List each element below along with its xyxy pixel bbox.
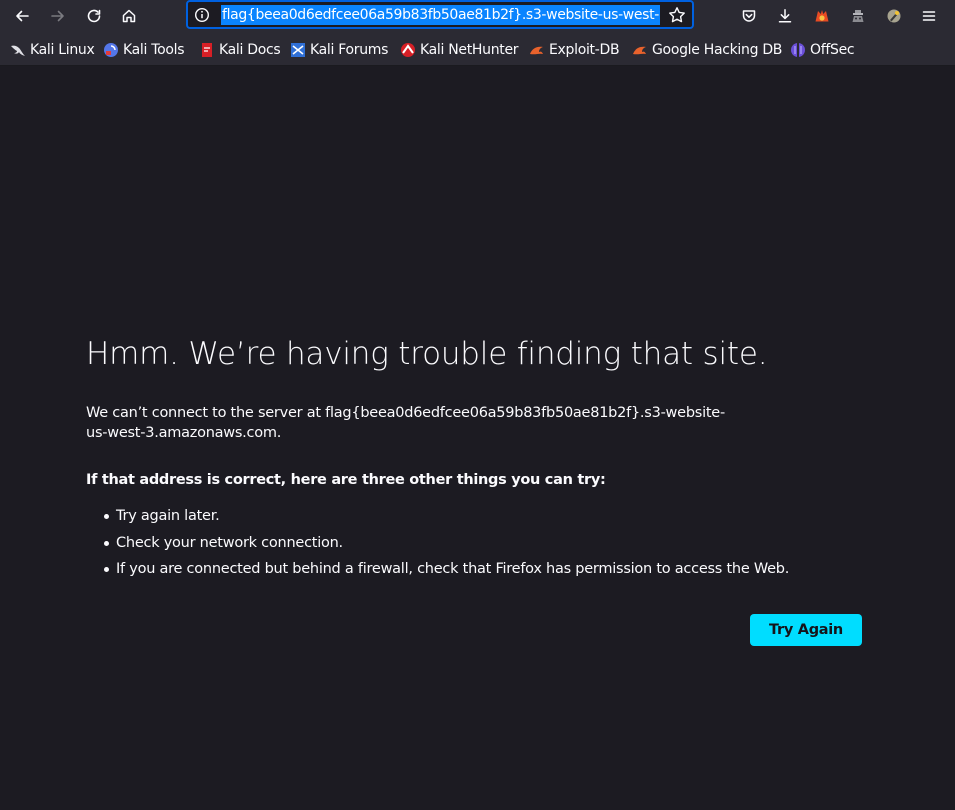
error-description: We can’t connect to the server at flag{b… — [86, 405, 725, 441]
back-icon — [16, 10, 29, 22]
nethunter-icon — [401, 43, 415, 57]
bookmark-exploit-db[interactable]: Exploit-DB — [529, 39, 620, 61]
extension-button-2[interactable] — [844, 2, 872, 30]
kali-forums-icon — [291, 43, 305, 57]
kali-tools-icon — [104, 43, 118, 57]
bookmark-kali-docs[interactable]: Kali Docs — [199, 39, 281, 61]
suggestions-list: Try again later. Check your network conn… — [103, 506, 789, 586]
info-icon[interactable] — [194, 7, 210, 23]
list-item: Check your network connection. — [103, 533, 789, 560]
extension-icon — [815, 10, 829, 22]
suggestions-heading: If that address is correct, here are thr… — [86, 472, 606, 488]
exploit-db-icon — [530, 46, 543, 55]
list-item: If you are connected but behind a firewa… — [103, 559, 789, 586]
bookmark-star-icon[interactable] — [668, 6, 686, 24]
error-title: Hmm. We’re having trouble finding that s… — [86, 336, 768, 372]
menu-icon — [922, 11, 936, 21]
bookmark-kali-nethunter[interactable]: Kali NetHunter — [400, 39, 519, 61]
bookmark-offsec[interactable]: OffSec — [790, 39, 855, 61]
extension-icon — [887, 9, 901, 23]
extension-button-3[interactable] — [880, 2, 908, 30]
url-text[interactable]: flag{beea0d6edfcee06a59b83fb50ae81b2f}.s… — [221, 5, 660, 25]
reload-icon — [87, 9, 101, 23]
back-button[interactable] — [8, 2, 36, 30]
menu-button[interactable] — [915, 2, 943, 30]
bookmark-google-hacking-db[interactable]: Google Hacking DB — [632, 39, 782, 61]
bookmarks-toolbar: Kali Linux Kali Tools Kali Docs Kali For… — [0, 32, 955, 66]
bookmark-kali-linux[interactable]: Kali Linux — [10, 39, 95, 61]
forward-button[interactable] — [44, 2, 72, 30]
pocket-icon — [742, 10, 756, 22]
home-icon — [122, 9, 136, 23]
offsec-icon — [791, 43, 805, 57]
extension-icon — [852, 10, 864, 22]
kali-dragon-icon — [11, 45, 25, 56]
extension-button-1[interactable] — [808, 2, 836, 30]
pocket-button[interactable] — [735, 2, 763, 30]
downloads-icon — [778, 9, 792, 23]
reload-button[interactable] — [80, 2, 108, 30]
navigation-toolbar: flag{beea0d6edfcee06a59b83fb50ae81b2f}.s… — [0, 0, 955, 32]
url-bar[interactable]: flag{beea0d6edfcee06a59b83fb50ae81b2f}.s… — [186, 0, 694, 29]
downloads-button[interactable] — [771, 2, 799, 30]
kali-docs-icon — [202, 43, 212, 57]
bookmark-kali-tools[interactable]: Kali Tools — [103, 39, 185, 61]
home-button[interactable] — [115, 2, 143, 30]
list-item: Try again later. — [103, 506, 789, 533]
bookmark-kali-forums[interactable]: Kali Forums — [290, 39, 388, 61]
ghdb-icon — [633, 46, 646, 55]
error-page: Hmm. We’re having trouble finding that s… — [0, 66, 955, 810]
try-again-button[interactable]: Try Again — [750, 614, 862, 646]
forward-icon — [51, 10, 64, 22]
